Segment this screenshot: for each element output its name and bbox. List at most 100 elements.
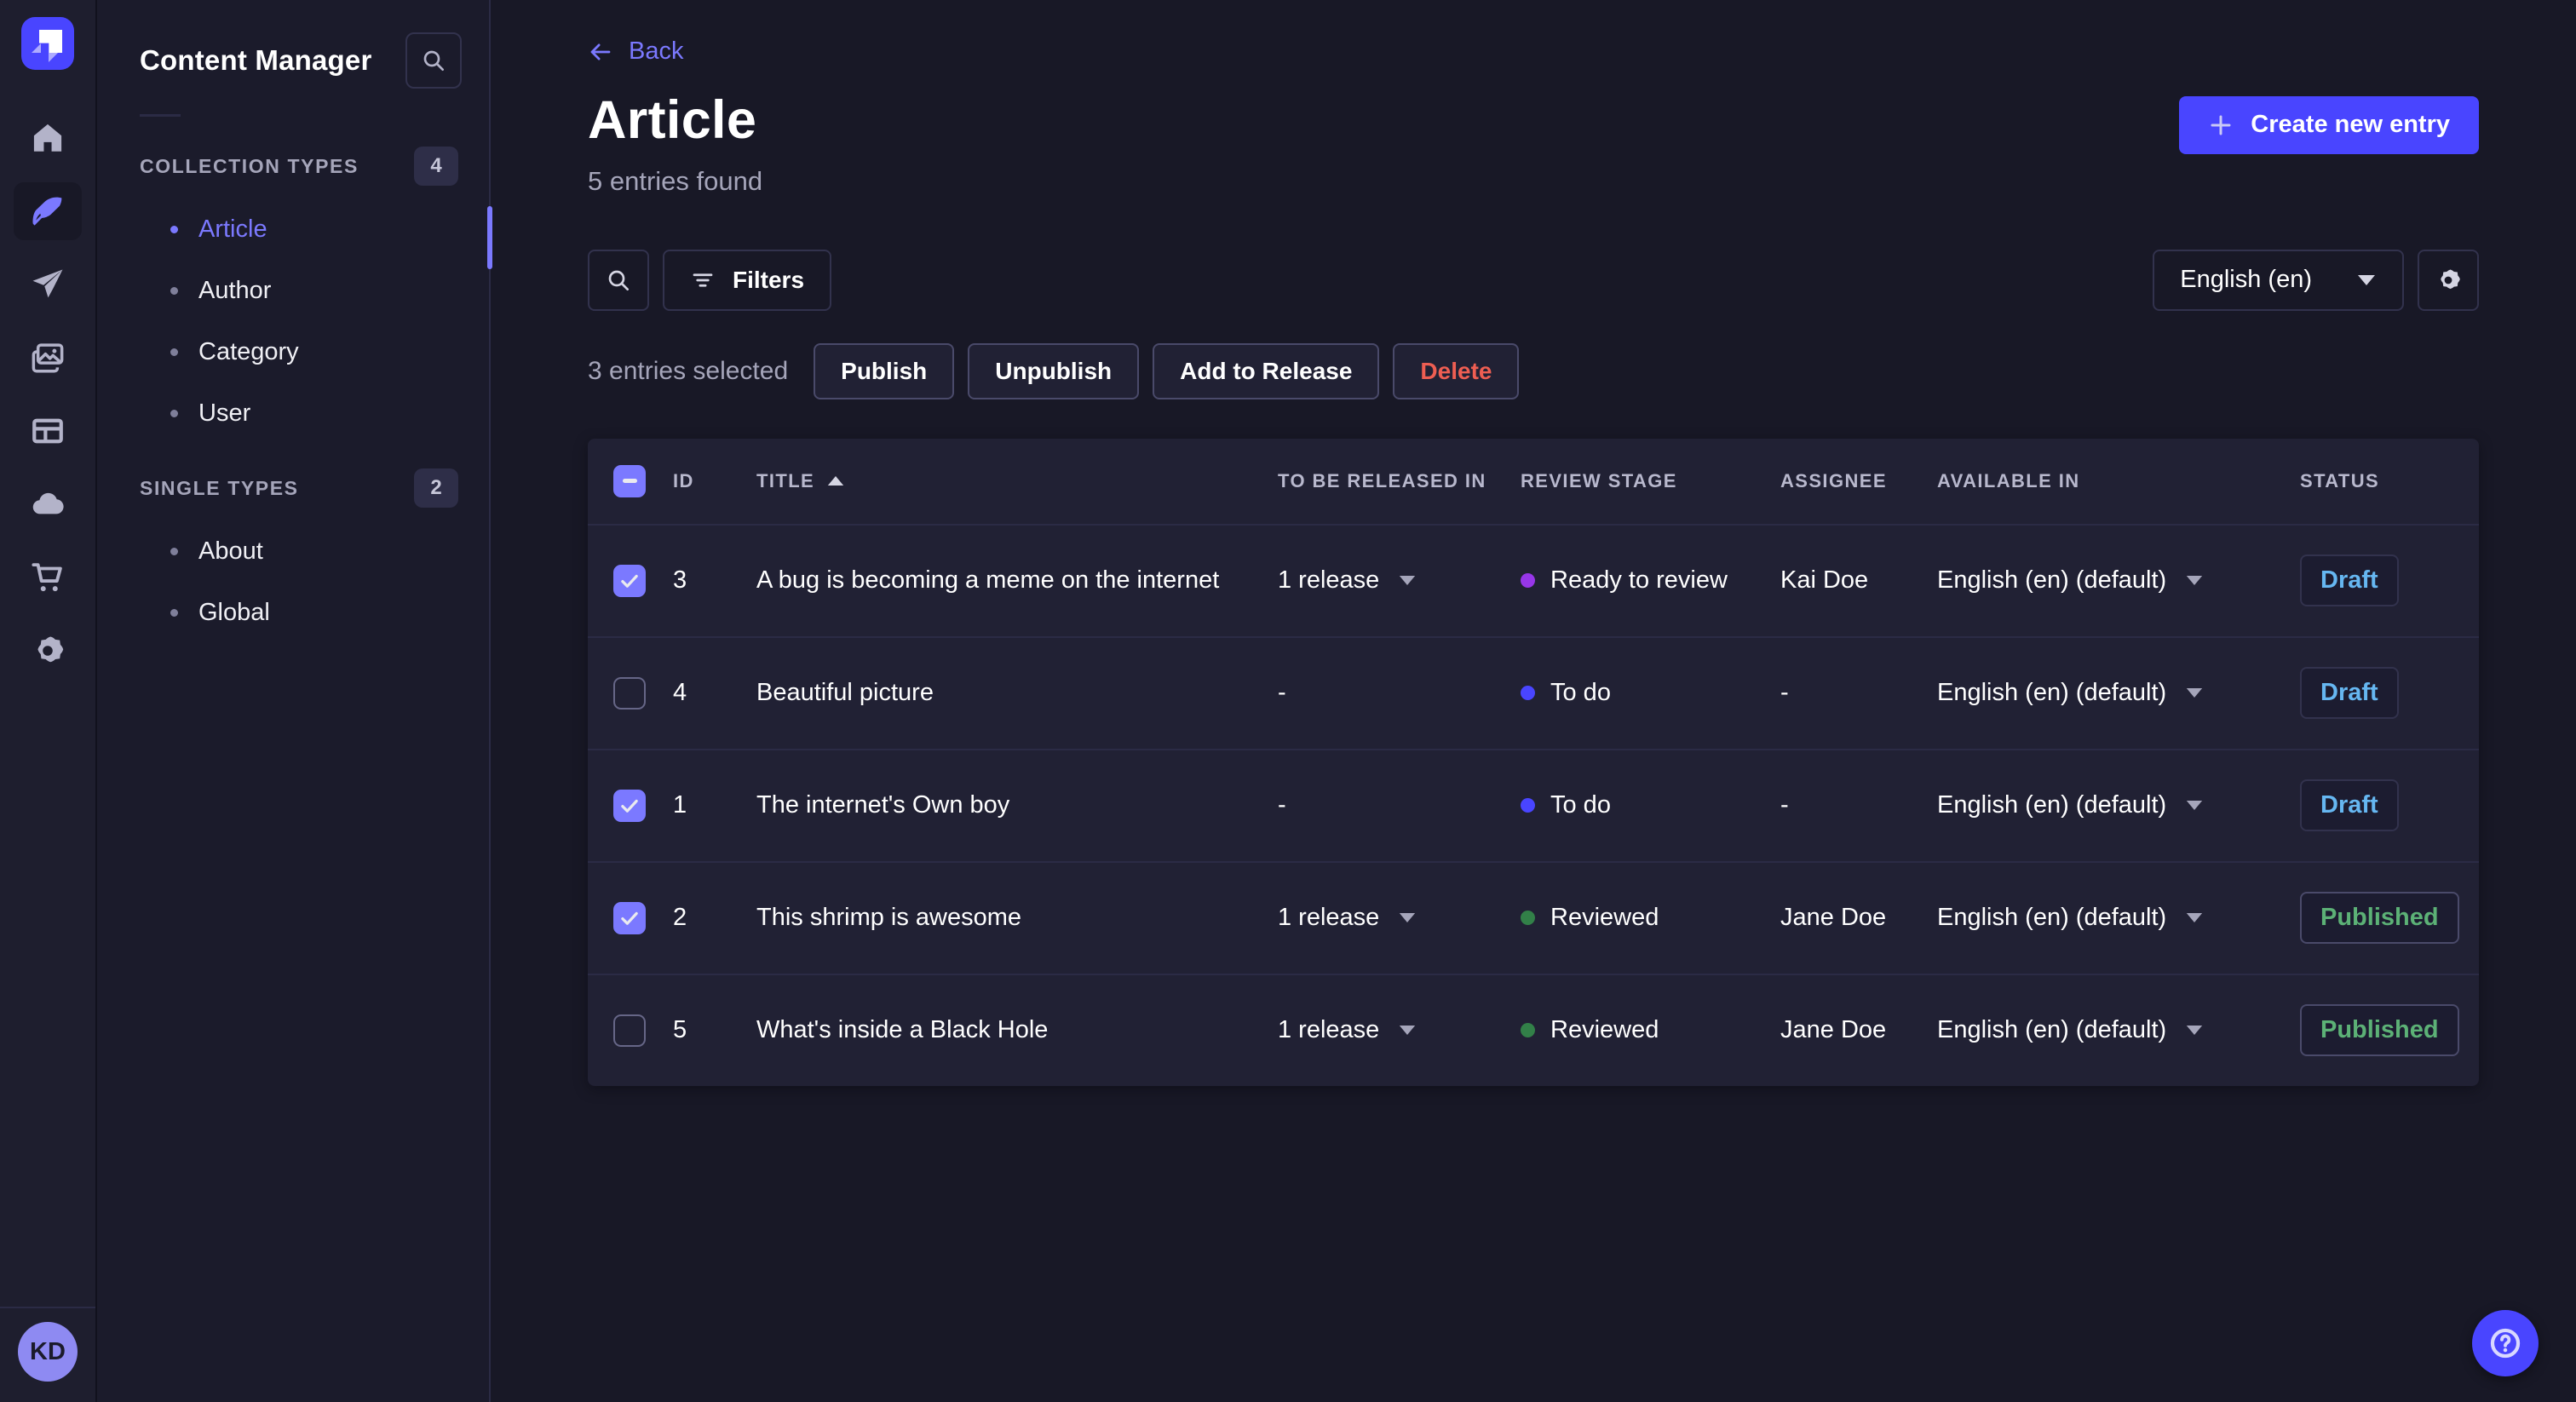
entries-count: 5 entries found — [588, 165, 763, 196]
sidebar-item-label: About — [198, 537, 263, 565]
column-header-review-stage[interactable]: REVIEW STAGE — [1521, 470, 1780, 492]
table-row-entry-2[interactable]: 2 This shrimp is awesome 1 release Reviewed… — [588, 860, 2481, 974]
locale-value: English (en) — [2180, 266, 2312, 293]
entry-assignee: Jane Doe — [1780, 904, 1887, 931]
entry-review-stage: To do — [1521, 791, 1780, 819]
search-icon — [420, 47, 447, 74]
entry-available-in[interactable]: English (en) (default) — [1937, 1016, 2300, 1044]
sidebar-item-user[interactable]: User — [97, 382, 489, 444]
entry-assignee: Jane Doe — [1780, 1016, 1887, 1043]
locale-select[interactable]: English (en) — [2153, 249, 2404, 311]
column-header-release[interactable]: TO BE RELEASED IN — [1278, 470, 1521, 492]
gear-icon — [2435, 267, 2462, 294]
sort-ascending-icon — [826, 474, 845, 487]
status-badge: Published — [2300, 1004, 2459, 1056]
sidebar-title: Content Manager — [140, 44, 372, 76]
locale-value: English (en) (default) — [1937, 904, 2167, 931]
unpublish-button[interactable]: Unpublish — [968, 342, 1140, 399]
rail-item-deploy[interactable] — [14, 475, 82, 533]
row-checkbox[interactable] — [613, 564, 646, 597]
search-entries-button[interactable] — [588, 249, 649, 311]
stage-dot-icon — [1521, 798, 1535, 813]
column-header-title[interactable]: TITLE — [756, 470, 1278, 492]
title-row: Article Create new entry — [588, 89, 2479, 154]
sidebar-item-author[interactable]: Author — [97, 260, 489, 321]
rail-item-content-manager[interactable] — [14, 182, 82, 240]
entry-available-in[interactable]: English (en) (default) — [1937, 566, 2300, 595]
app-root: KD Content Manager COLLECTION TYPES 4 Ar… — [0, 0, 2576, 1402]
row-checkbox[interactable] — [613, 676, 646, 710]
row-checkbox[interactable] — [613, 1014, 646, 1047]
select-all-checkbox[interactable] — [613, 464, 646, 497]
indeterminate-dash-icon — [622, 479, 637, 483]
chevron-down-icon — [2185, 1024, 2204, 1037]
column-header-assignee[interactable]: ASSIGNEE — [1780, 470, 1937, 492]
row-checkbox-cell — [588, 564, 673, 597]
rail-item-content-type-builder[interactable] — [14, 402, 82, 460]
sidebar-item-article[interactable]: Article — [97, 198, 489, 260]
entry-id: 4 — [673, 679, 687, 706]
table-row-entry-4[interactable]: 4 Beautiful picture - To do - English (en) (d… — [588, 635, 2479, 749]
chevron-down-icon — [2185, 574, 2204, 587]
table-row-entry-1[interactable]: 1 The internet's Own boy - To do - English (e… — [588, 748, 2479, 861]
column-header-id[interactable]: ID — [673, 470, 756, 492]
table-row-entry-3[interactable]: 3 A bug is becoming a meme on the interne… — [588, 523, 2479, 636]
row-checkbox[interactable] — [613, 789, 646, 822]
chevron-down-icon — [2356, 273, 2377, 287]
row-checkbox[interactable] — [613, 901, 646, 934]
publish-button[interactable]: Publish — [814, 342, 955, 399]
locale-value: English (en) (default) — [1937, 791, 2167, 819]
feather-pen-icon — [30, 193, 66, 229]
sidebar-item-global[interactable]: Global — [97, 582, 489, 643]
entry-release[interactable]: 1 release — [1278, 566, 1521, 595]
delete-button[interactable]: Delete — [1393, 342, 1520, 399]
logo-shape — [39, 30, 62, 53]
sidebar-item-category[interactable]: Category — [97, 321, 489, 382]
row-checkbox-cell — [588, 1014, 673, 1047]
entry-release[interactable]: 1 release — [1278, 904, 1521, 932]
plus-icon — [2208, 112, 2234, 138]
rail-item-releases[interactable] — [14, 256, 82, 313]
entry-available-in[interactable]: English (en) (default) — [1937, 791, 2300, 819]
table-row-entry-5[interactable]: 5 What's inside a Black Hole 1 release Revi… — [588, 973, 2479, 1086]
logo-shape — [49, 53, 58, 62]
layout-icon — [30, 413, 66, 449]
filters-button[interactable]: Filters — [663, 249, 832, 311]
single-types-list: About Global — [97, 520, 489, 643]
bullet-icon — [170, 225, 178, 233]
entry-review-stage: To do — [1521, 679, 1780, 707]
back-row: Back — [588, 0, 2479, 69]
entry-release[interactable]: 1 release — [1278, 1016, 1521, 1044]
entries-table: ID TITLE TO BE RELEASED IN REVIEW STAGE … — [588, 438, 2481, 1086]
rail-item-marketplace[interactable] — [14, 549, 82, 606]
strapi-logo-icon[interactable] — [21, 17, 74, 70]
user-avatar[interactable]: KD — [18, 1322, 78, 1382]
sidebar-item-about[interactable]: About — [97, 520, 489, 582]
back-label: Back — [629, 37, 684, 65]
help-button[interactable] — [2472, 1310, 2539, 1376]
entry-review-stage: Reviewed — [1521, 1016, 1780, 1044]
rail-item-settings[interactable] — [14, 622, 82, 680]
status-badge: Published — [2300, 892, 2459, 944]
column-header-available-in[interactable]: AVAILABLE IN — [1937, 470, 2300, 492]
rail-footer: KD — [0, 1307, 95, 1402]
stage-label: To do — [1550, 791, 1611, 819]
question-mark-icon — [2487, 1325, 2523, 1361]
entry-available-in[interactable]: English (en) (default) — [1937, 904, 2300, 932]
list-settings-button[interactable] — [2418, 249, 2479, 311]
entry-available-in[interactable]: English (en) (default) — [1937, 679, 2300, 707]
create-new-entry-button[interactable]: Create new entry — [2179, 95, 2479, 154]
back-link[interactable]: Back — [588, 37, 683, 66]
bullet-icon — [170, 547, 178, 555]
rail-item-home[interactable] — [14, 109, 82, 167]
column-header-status[interactable]: STATUS — [2300, 470, 2481, 492]
entry-status-cell: Published — [2300, 892, 2481, 944]
sidebar-section-collection-types: COLLECTION TYPES 4 Article Author Category… — [97, 146, 489, 444]
entry-review-stage: Reviewed — [1521, 904, 1780, 932]
sidebar-search-button[interactable] — [405, 32, 462, 89]
list-toolbar: Filters English (en) — [588, 249, 2479, 311]
release-value: 1 release — [1278, 1016, 1380, 1043]
sidebar-section-single-types: SINGLE TYPES 2 About Global — [97, 468, 489, 643]
rail-item-media-library[interactable] — [14, 329, 82, 387]
add-to-release-button[interactable]: Add to Release — [1153, 342, 1380, 399]
